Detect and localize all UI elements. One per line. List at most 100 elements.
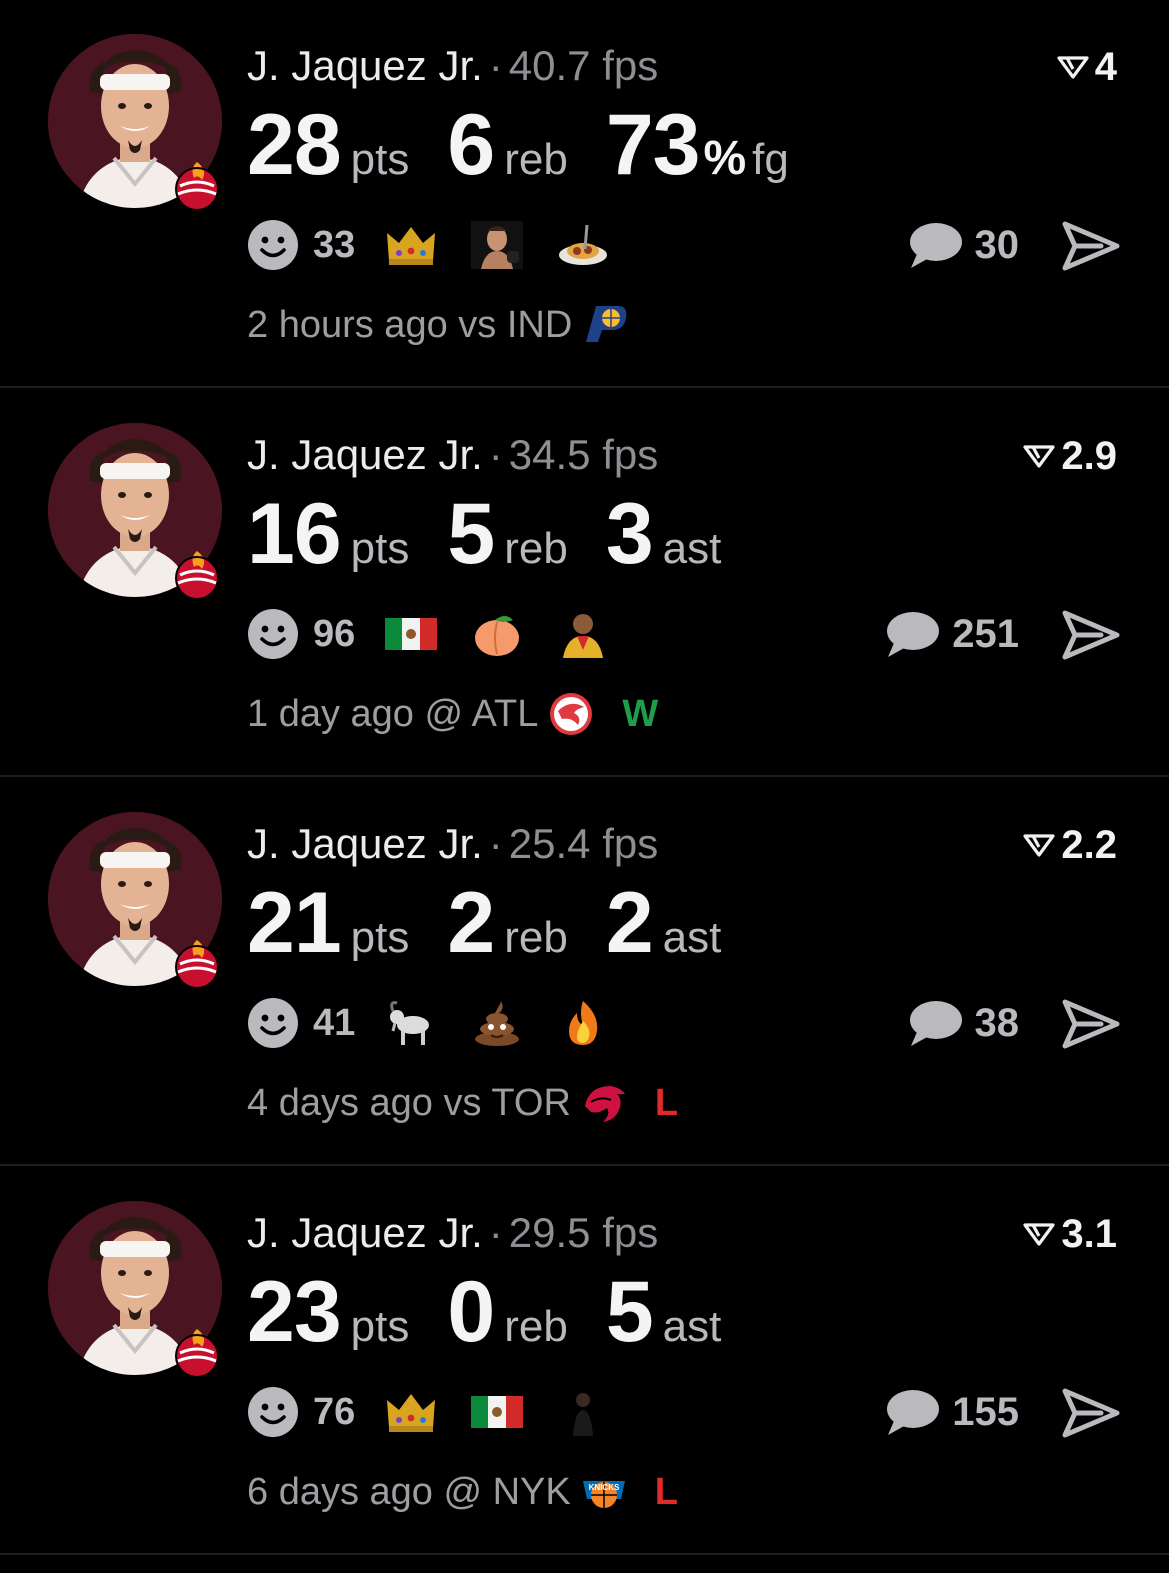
share-icon[interactable] [1061,220,1121,272]
player-name[interactable]: J. Jaquez Jr. [247,1209,483,1256]
game-info: 6 days ago @ NYK KNICKS L [247,1467,678,1517]
stat-unit: pts [350,1302,410,1351]
stat-unit: ast [662,1302,722,1351]
game-card[interactable]: J. Jaquez Jr. · 29.5 fps 3.1 23 pts 0 reb … [0,1167,1169,1555]
stat-unit: fg [752,135,789,184]
person-dark-emoji[interactable] [557,1388,643,1436]
reaction-count: 76 [313,1390,356,1433]
stat-value: 2 [605,875,654,971]
stat-unit: reb [504,913,568,962]
player-name[interactable]: J. Jaquez Jr. [247,431,483,478]
share-icon[interactable] [1061,998,1121,1050]
comment-count: 155 [952,1389,1019,1434]
rating-value: 4 [1094,45,1117,89]
game-location: vs TOR [443,1081,571,1124]
rating: 4 [1057,42,1117,92]
goat-emoji[interactable] [385,999,471,1047]
heat-logo [168,545,226,603]
player-header: J. Jaquez Jr. · 29.5 fps [247,1207,658,1259]
comments-button[interactable]: 38 [907,996,1019,1050]
smile-icon[interactable] [247,219,299,271]
reactions-bar: 33 [247,218,643,272]
game-result: W [622,692,659,735]
stat-reb: 2 reb [447,874,567,973]
rating-icon [1023,444,1055,468]
mexico-flag-emoji[interactable] [471,1388,557,1436]
stat-value: 5 [605,1264,654,1360]
pacers-logo [572,302,628,348]
game-result: L [654,1081,679,1124]
stat-unit: pts [350,135,410,184]
rating-value: 2.9 [1061,434,1117,478]
svg-text:KNICKS: KNICKS [588,1483,619,1492]
rating-value: 3.1 [1061,1212,1117,1256]
stat-pts: 16 pts [247,485,409,584]
stat-value: 21 [247,875,342,971]
comments-button[interactable]: 155 [884,1385,1019,1439]
player-name[interactable]: J. Jaquez Jr. [247,820,483,867]
stat-value: 23 [247,1264,342,1360]
comment-count: 30 [974,222,1020,267]
rating-icon [1023,833,1055,857]
poop-emoji[interactable] [471,999,557,1047]
stat-unit: reb [504,135,568,184]
game-location: @ ATL [424,692,539,735]
stat-value: 16 [247,486,342,582]
comments-button[interactable]: 251 [884,607,1019,661]
stat-line: 28 pts 6 reb 73 % fg [247,96,827,196]
player-header: J. Jaquez Jr. · 40.7 fps [247,40,658,92]
smile-icon[interactable] [247,608,299,660]
rating: 3.1 [1023,1209,1117,1259]
time-ago: 1 day ago [247,692,414,735]
hawks-logo [538,691,594,737]
stat-reb: 5 reb [447,485,567,584]
fire-emoji[interactable] [557,999,643,1047]
comment-bubble-icon [907,220,975,270]
fighter-emoji[interactable] [471,221,557,269]
heat-logo [168,1323,226,1381]
smile-icon[interactable] [247,1386,299,1438]
game-location: vs IND [458,303,573,346]
share-icon[interactable] [1061,609,1121,661]
heat-logo [168,934,226,992]
fantasy-points: 34.5 fps [508,431,659,478]
stat-value: 6 [447,97,495,193]
game-info: 1 day ago @ ATL W [247,689,658,739]
stat-ast: 2 ast [606,874,722,973]
share-icon[interactable] [1061,1387,1121,1439]
stat-value: 3 [605,486,654,582]
game-info: 4 days ago vs TOR L [247,1078,678,1128]
rating-value: 2.2 [1061,823,1117,867]
crown-emoji[interactable] [385,221,471,269]
heat-logo [168,156,226,214]
game-card[interactable]: J. Jaquez Jr. · 25.4 fps 2.2 21 pts 2 reb … [0,778,1169,1166]
stat-unit: pts [350,913,410,962]
stat-value: 2 [447,875,495,971]
peach-emoji[interactable] [471,610,557,658]
smile-icon[interactable] [247,997,299,1049]
stat-line: 21 pts 2 reb 2 ast [247,874,759,974]
person-emoji[interactable] [557,610,643,658]
separator-dot: · [488,42,503,89]
stat-pts: 23 pts [247,1263,409,1362]
separator-dot: · [488,1209,503,1256]
game-card[interactable]: J. Jaquez Jr. · 40.7 fps 4 28 pts 6 reb 73… [0,0,1169,388]
fantasy-points: 25.4 fps [508,820,659,867]
stat-unit: reb [504,524,568,573]
mexico-flag-emoji[interactable] [385,610,471,658]
crown-emoji[interactable] [385,1388,471,1436]
reaction-count: 41 [313,1001,356,1044]
stat-unit: ast [662,913,722,962]
fantasy-points: 40.7 fps [508,42,659,89]
comments-button[interactable]: 30 [907,218,1020,272]
rating-icon [1023,1222,1055,1246]
spaghetti-emoji[interactable] [557,221,643,269]
stat-ast: 3 ast [606,485,722,584]
player-name[interactable]: J. Jaquez Jr. [247,42,483,89]
game-card[interactable]: J. Jaquez Jr. · 34.5 fps 2.9 16 pts 5 reb … [0,389,1169,777]
game-result: L [654,1470,678,1513]
comment-bubble-icon [884,1387,952,1437]
stat-unit: pts [350,524,410,573]
stat-pts: 21 pts [247,874,409,973]
reactions-bar: 96 [247,607,643,661]
